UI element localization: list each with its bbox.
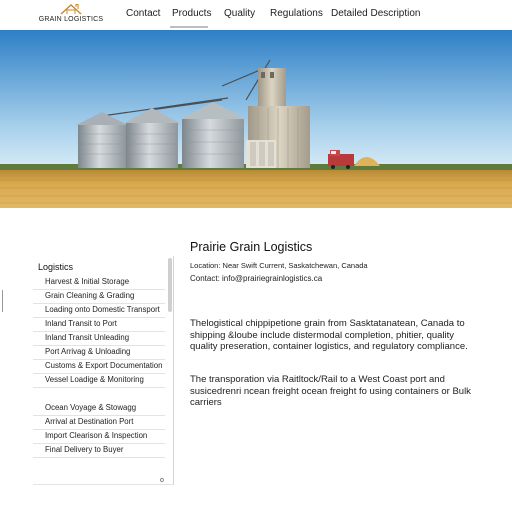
description-paragraph-1: Thelogistical chippipetione grain from S… (190, 318, 468, 352)
page-edge-marker (2, 290, 3, 312)
page-title: Prairie Grain Logistics (190, 240, 313, 254)
sidebar-item-loading[interactable]: Loading onto Domestic Transport (33, 304, 165, 318)
nav-contact[interactable]: Contact (126, 8, 160, 19)
sidebar-item-cleaning[interactable]: Grain Cleaning & Grading (33, 290, 165, 304)
nav-detailed-description[interactable]: Detailed Description (331, 8, 421, 19)
sidebar-item-inland-unloading[interactable]: Inland Transit Unleading (33, 332, 165, 346)
contact-text[interactable]: Contact: info@prairiegrainlogistics.ca (190, 274, 322, 283)
sidebar-item-inland-transit[interactable]: Inland Transit to Port (33, 318, 165, 332)
sidebar-corner-glyph: o (160, 477, 164, 484)
logistics-sidebar: Logistics Harvest & Initial Storage Grai… (33, 256, 174, 485)
description-paragraph-2: The transporation via Raitltock/Rail to … (190, 374, 471, 408)
nav-quality[interactable]: Quality (224, 8, 255, 19)
sidebar-scrollbar[interactable] (168, 258, 172, 312)
active-nav-indicator (170, 26, 208, 28)
nav-products[interactable]: Products (172, 8, 211, 19)
sidebar-item-harvest[interactable]: Harvest & Initial Storage (33, 276, 165, 290)
sidebar-item-destination-port[interactable]: Arrival at Destination Port (33, 416, 165, 430)
hero-illustration (0, 30, 512, 208)
sidebar-item-port-arrival[interactable]: Port Arrivag & Unloading (33, 346, 165, 360)
nav-regulations[interactable]: Regulations (270, 8, 323, 19)
site-header: GRAIN LOGISTICS Contact Products Quality… (0, 0, 512, 30)
logo-text: GRAIN LOGISTICS (38, 16, 104, 23)
sidebar-item-import-clearance[interactable]: Import Clearison & Inspection (33, 430, 165, 444)
sidebar-item-vessel-loading[interactable]: Vessel Loadige & Monitoring (33, 374, 165, 388)
site-logo[interactable]: GRAIN LOGISTICS (38, 3, 104, 27)
location-text: Location: Near Swift Current, Saskatchew… (190, 261, 368, 270)
sidebar-item-final-delivery[interactable]: Final Delivery to Buyer (33, 444, 165, 458)
sidebar-item-ocean-voyage[interactable]: Ocean Voyage & Stowagg (33, 402, 165, 416)
hero-image-grain-elevator (0, 30, 512, 208)
sidebar-item-customs[interactable]: Customs & Export Documentation (33, 360, 165, 374)
barn-icon (60, 4, 82, 15)
sidebar-title: Logistics (38, 262, 74, 272)
